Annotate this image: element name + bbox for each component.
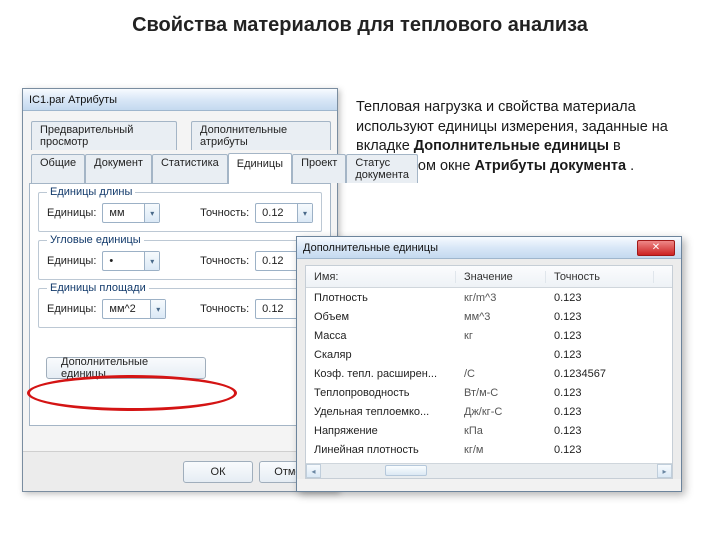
chevron-down-icon: ▾ [144,204,159,222]
extra-units-title: Дополнительные единицы [303,242,438,254]
page-title: Свойства материалов для теплового анализ… [0,14,720,37]
group-length-units: Единицы длины Единицы: мм ▾ Точность: 0.… [38,192,322,232]
cell-precision: 0.123 [546,406,654,418]
cell-name: Масса [306,330,456,342]
para-bold2: Атрибуты документа [474,158,626,174]
cell-precision: 0.123 [546,349,654,361]
group-area-caption: Единицы площади [47,282,149,294]
tab-general[interactable]: Общие [31,154,85,183]
angle-units-value: • [103,255,144,267]
table-row[interactable]: Коэф. тепл. расширен.../C0.1234567 [306,364,672,383]
length-units-combo[interactable]: мм ▾ [102,203,160,223]
ok-button[interactable]: ОК [183,461,253,483]
horizontal-scrollbar[interactable]: ◂ ▸ [306,463,672,478]
cell-value: кг/m^3 [456,292,546,304]
extra-units-table: Имя: Значение Точность Плотностькг/m^30.… [305,265,673,479]
cell-name: Объем [306,311,456,323]
cell-value: мм^3 [456,311,546,323]
extra-units-titlebar[interactable]: Дополнительные единицы ✕ [297,237,681,259]
cell-name: Линейная плотность [306,444,456,456]
area-units-combo[interactable]: мм^2 ▾ [102,299,166,319]
angle-prec-value: 0.12 [256,255,297,267]
scroll-track[interactable] [321,464,657,478]
scroll-right-icon[interactable]: ▸ [657,464,672,478]
col-precision[interactable]: Точность [546,271,654,283]
attributes-title: IC1.par Атрибуты [29,94,117,106]
table-row[interactable]: Массакг0.123 [306,326,672,345]
chevron-down-icon: ▾ [297,204,312,222]
table-header: Имя: Значение Точность [306,266,672,288]
cell-value: Дж/кг-C [456,406,546,418]
cell-precision: 0.1234567 [546,368,654,380]
tab-extra-attrs[interactable]: Дополнительные атрибуты [191,121,331,150]
cell-value: /C [456,368,546,380]
cell-precision: 0.123 [546,311,654,323]
col-value[interactable]: Значение [456,271,546,283]
tab-doc-status[interactable]: Статус документа [346,154,418,183]
area-units-value: мм^2 [103,303,150,315]
angle-units-label: Единицы: [47,255,96,267]
scroll-left-icon[interactable]: ◂ [306,464,321,478]
group-length-caption: Единицы длины [47,186,135,198]
group-angle-units: Угловые единицы Единицы: • ▾ Точность: 0… [38,240,322,280]
length-prec-value: 0.12 [256,207,297,219]
para-bold1: Дополнительные единицы [414,138,609,154]
para-part3: . [630,158,634,174]
cell-precision: 0.123 [546,387,654,399]
tab-project[interactable]: Проект [292,154,346,183]
tabs-row-1: Предварительный просмотр Дополнительные … [29,117,331,150]
cell-name: Теплопроводность [306,387,456,399]
cell-value: Вт/м-C [456,387,546,399]
cell-precision: 0.123 [546,444,654,456]
tab-stats[interactable]: Статистика [152,154,228,183]
col-name[interactable]: Имя: [306,271,456,283]
table-row[interactable]: Объеммм^30.123 [306,307,672,326]
cell-name: Коэф. тепл. расширен... [306,368,456,380]
angle-prec-label: Точность: [200,255,249,267]
area-units-label: Единицы: [47,303,96,315]
scroll-thumb[interactable] [385,465,427,476]
table-row[interactable]: НапряжениекПа0.123 [306,421,672,440]
table-row[interactable]: ТеплопроводностьВт/м-C0.123 [306,383,672,402]
extra-units-dialog: Дополнительные единицы ✕ Имя: Значение Т… [296,236,682,492]
dialog-bottom-bar: ОК Отмена [23,451,337,491]
area-prec-label: Точность: [200,303,249,315]
tab-document[interactable]: Документ [85,154,152,183]
angle-units-combo[interactable]: • ▾ [102,251,160,271]
length-prec-combo[interactable]: 0.12 ▾ [255,203,313,223]
cell-precision: 0.123 [546,292,654,304]
close-button[interactable]: ✕ [637,240,675,256]
chevron-down-icon: ▾ [150,300,165,318]
cell-name: Напряжение [306,425,456,437]
cell-precision: 0.123 [546,330,654,342]
length-units-value: мм [103,207,144,219]
cell-value: кПа [456,425,546,437]
table-row[interactable]: Удельная теплоемко...Дж/кг-C0.123 [306,402,672,421]
close-icon: ✕ [652,242,660,253]
chevron-down-icon: ▾ [144,252,159,270]
attributes-dialog: IC1.par Атрибуты Предварительный просмот… [22,88,338,492]
tab-preview[interactable]: Предварительный просмотр [31,121,177,150]
length-units-label: Единицы: [47,207,96,219]
cell-name: Скаляр [306,349,456,361]
cell-value: кг/м [456,444,546,456]
tab-units[interactable]: Единицы [228,153,292,184]
cell-value: кг [456,330,546,342]
table-row[interactable]: Плотностькг/m^30.123 [306,288,672,307]
length-prec-label: Точность: [200,207,249,219]
group-angle-caption: Угловые единицы [47,234,144,246]
extra-units-button[interactable]: Дополнительные единицы [46,357,206,379]
cell-precision: 0.123 [546,425,654,437]
cell-name: Удельная теплоемко... [306,406,456,418]
table-row[interactable]: Скаляр 0.123 [306,345,672,364]
cell-name: Плотность [306,292,456,304]
area-prec-value: 0.12 [256,303,297,315]
attributes-titlebar[interactable]: IC1.par Атрибуты [23,89,337,111]
table-row[interactable]: Линейная плотностькг/м0.123 [306,440,672,459]
group-area-units: Единицы площади Единицы: мм^2 ▾ Точность… [38,288,322,328]
tabs-row-2: Общие Документ Статистика Единицы Проект… [29,150,331,183]
